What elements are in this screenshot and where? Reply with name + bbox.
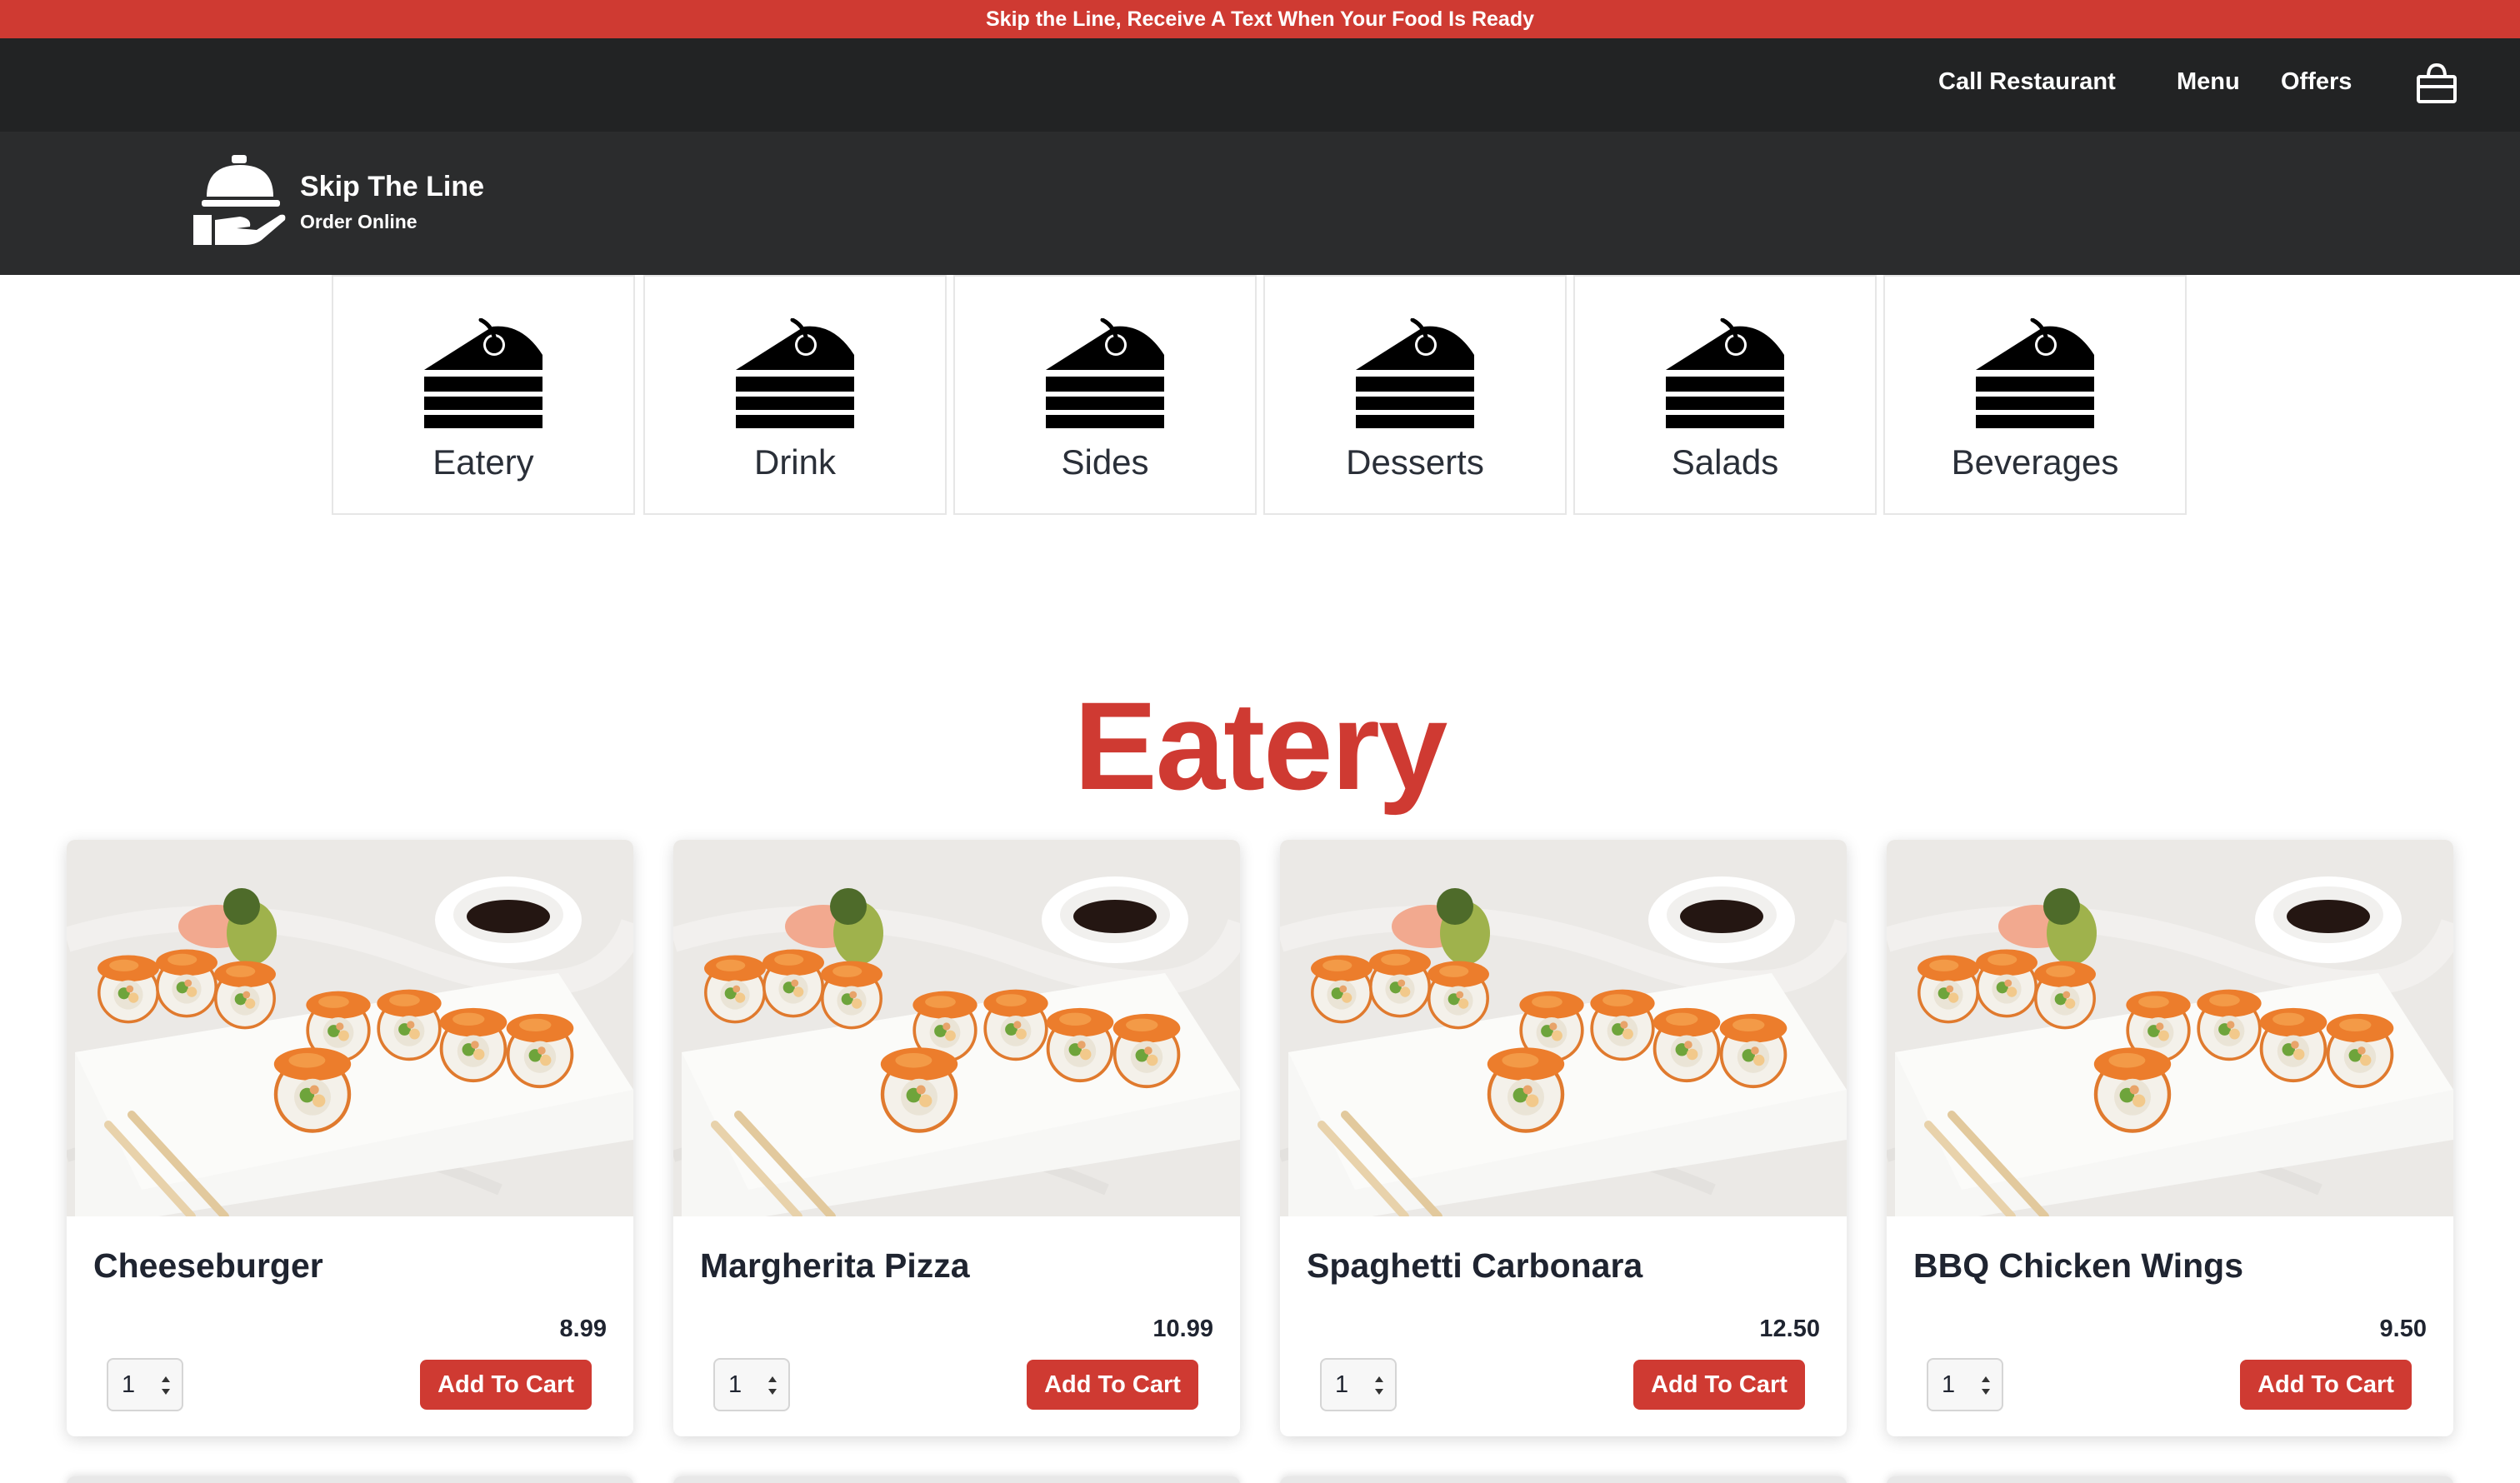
menu-link[interactable]: Menu (2177, 68, 2240, 95)
cake-slice-icon (1976, 318, 2094, 428)
product-name: Margherita Pizza (700, 1246, 970, 1285)
offers-link[interactable]: Offers (2281, 68, 2352, 95)
product-price: 10.99 (1152, 1316, 1213, 1342)
category-salads[interactable]: Salads (1573, 275, 1877, 515)
announcement-bar: Skip the Line, Receive A Text When Your … (0, 0, 2520, 38)
product-card: Spaghetti Carbonara 12.50 1 Add To Cart (1280, 840, 1847, 1436)
product-card: Cheeseburger 8.99 1 Add To Cart (67, 840, 633, 1436)
quantity-value: 1 (1942, 1371, 1956, 1398)
quantity-select[interactable]: 1 (713, 1358, 790, 1411)
product-name: BBQ Chicken Wings (1913, 1246, 2244, 1285)
category-desserts[interactable]: Desserts (1263, 275, 1567, 515)
brand-subtitle: Order Online (300, 211, 418, 232)
product-card-next-row (1887, 1476, 2453, 1483)
product-image[interactable] (1887, 840, 2453, 1216)
stepper-arrows-icon (162, 1376, 170, 1395)
cake-slice-icon (1046, 318, 1164, 428)
cake-slice-icon (424, 318, 542, 428)
product-card-next-row (67, 1476, 633, 1483)
section-title: Eatery (1073, 676, 1448, 816)
brand-header: Skip The Line Order Online (0, 132, 2520, 275)
quantity-value: 1 (1335, 1371, 1349, 1398)
add-to-cart-button[interactable]: Add To Cart (1027, 1360, 1198, 1410)
product-price: 8.99 (559, 1316, 607, 1342)
category-eatery[interactable]: Eatery (332, 275, 635, 515)
quantity-select[interactable]: 1 (1927, 1358, 2003, 1411)
quantity-select[interactable]: 1 (1320, 1358, 1397, 1411)
category-label: Sides (1061, 442, 1149, 482)
quantity-value: 1 (122, 1371, 136, 1398)
add-to-cart-button[interactable]: Add To Cart (1633, 1360, 1805, 1410)
category-label: Drink (753, 442, 836, 482)
stepper-arrows-icon (1375, 1376, 1383, 1395)
quantity-select[interactable]: 1 (107, 1358, 183, 1411)
product-image[interactable] (1280, 840, 1847, 1216)
cake-slice-icon (1356, 318, 1474, 428)
shopping-bag-icon[interactable] (2413, 60, 2460, 107)
category-label: Eatery (432, 442, 534, 482)
product-image[interactable] (67, 840, 633, 1216)
quantity-value: 1 (728, 1371, 742, 1398)
brand-title[interactable]: Skip The Line (300, 170, 484, 203)
top-navigation: Call Restaurant Menu Offers (0, 38, 2520, 132)
add-to-cart-button[interactable]: Add To Cart (420, 1360, 592, 1410)
product-image[interactable] (673, 840, 1240, 1216)
product-card-next-row (673, 1476, 1240, 1483)
category-label: Salads (1671, 442, 1779, 482)
category-label: Desserts (1346, 442, 1484, 482)
announcement-text: Skip the Line, Receive A Text When Your … (985, 7, 1534, 31)
cloche-logo-icon[interactable] (190, 153, 290, 248)
product-price: 9.50 (2379, 1316, 2427, 1342)
category-sides[interactable]: Sides (953, 275, 1257, 515)
stepper-arrows-icon (1982, 1376, 1990, 1395)
stepper-arrows-icon (768, 1376, 777, 1395)
add-to-cart-button[interactable]: Add To Cart (2240, 1360, 2412, 1410)
product-card: BBQ Chicken Wings 9.50 1 Add To Cart (1887, 840, 2453, 1436)
category-beverages[interactable]: Beverages (1883, 275, 2187, 515)
product-name: Cheeseburger (93, 1246, 323, 1285)
call-restaurant-link[interactable]: Call Restaurant (1938, 68, 2116, 95)
product-card: Margherita Pizza 10.99 1 Add To Cart (673, 840, 1240, 1436)
category-drink[interactable]: Drink (643, 275, 947, 515)
cake-slice-icon (1666, 318, 1784, 428)
category-label: Beverages (1951, 442, 2119, 482)
product-name: Spaghetti Carbonara (1307, 1246, 1643, 1285)
product-price: 12.50 (1759, 1316, 1820, 1342)
product-card-next-row (1280, 1476, 1847, 1483)
cake-slice-icon (736, 318, 854, 428)
